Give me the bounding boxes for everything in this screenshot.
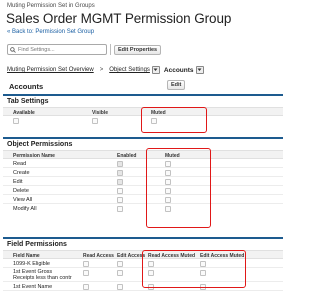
toolbar-divider bbox=[110, 44, 111, 55]
breadcrumb: Muting Permission Set in Groups bbox=[7, 3, 95, 9]
current-object: Accounts bbox=[163, 66, 194, 74]
muting-overview-link[interactable]: Muting Permission Set Overview bbox=[7, 67, 94, 73]
search-box[interactable] bbox=[7, 44, 107, 55]
muted-column-highlight bbox=[141, 107, 207, 133]
nav-separator: > bbox=[99, 67, 104, 73]
permission-name: View All bbox=[13, 196, 33, 203]
edit-access-checkbox bbox=[117, 269, 123, 276]
toolbar: Edit Properties bbox=[7, 43, 162, 56]
enabled-checkbox bbox=[117, 205, 123, 212]
enabled-checkbox bbox=[117, 187, 123, 194]
column-header: Edit Access bbox=[117, 252, 146, 259]
column-header: Field Name bbox=[13, 252, 40, 259]
section-title: Object Permissions bbox=[7, 141, 73, 148]
object-settings-dropdown[interactable] bbox=[151, 66, 160, 74]
page-title: Sales Order MGMT Permission Group bbox=[6, 11, 232, 26]
column-header: Enabled bbox=[117, 152, 137, 159]
back-link[interactable]: « Back to: Permission Set Group bbox=[7, 29, 94, 35]
object-nav: Muting Permission Set Overview > Object … bbox=[7, 66, 204, 74]
panel-title: Accounts bbox=[9, 82, 44, 91]
edit-properties-button[interactable]: Edit Properties bbox=[114, 44, 162, 55]
object-permissions-section: Object Permissions Permission Name Enabl… bbox=[3, 137, 283, 225]
available-checkbox[interactable] bbox=[13, 117, 19, 124]
enabled-checkbox bbox=[117, 178, 123, 185]
column-header: Permission Name bbox=[13, 152, 55, 159]
section-title: Field Permissions bbox=[7, 241, 67, 248]
object-settings-link[interactable]: Object Settings bbox=[109, 67, 150, 73]
current-object-dropdown[interactable] bbox=[195, 66, 204, 74]
read-access-checkbox bbox=[83, 269, 89, 276]
enabled-checkbox bbox=[117, 196, 123, 203]
search-input[interactable] bbox=[18, 46, 106, 53]
table-row: Delete bbox=[3, 186, 283, 195]
panel-header: Accounts Edit bbox=[3, 79, 283, 92]
column-header: Read Access bbox=[83, 252, 114, 259]
muted-column-highlight bbox=[142, 250, 246, 288]
table-row: Read bbox=[3, 159, 283, 168]
muted-column-highlight bbox=[146, 148, 211, 228]
search-icon bbox=[10, 46, 16, 53]
field-name: 1st Event Name bbox=[13, 283, 53, 290]
visible-checkbox[interactable] bbox=[92, 117, 98, 124]
column-header: Visible bbox=[92, 109, 109, 116]
permission-name: Edit bbox=[13, 178, 23, 185]
edit-access-checkbox bbox=[117, 260, 123, 267]
enabled-checkbox bbox=[117, 160, 123, 167]
table-row: Create bbox=[3, 168, 283, 177]
edit-access-checkbox bbox=[117, 283, 123, 290]
permission-name: Delete bbox=[13, 187, 29, 194]
read-access-checkbox bbox=[83, 283, 89, 290]
section-title: Tab Settings bbox=[7, 98, 49, 105]
table-row: Edit bbox=[3, 177, 283, 186]
permission-name: Create bbox=[13, 169, 30, 176]
field-name: 1099-K Eligible bbox=[13, 260, 50, 267]
permission-name: Read bbox=[13, 160, 27, 167]
edit-button[interactable]: Edit bbox=[167, 80, 186, 90]
column-header: Available bbox=[13, 109, 35, 116]
chevron-down-icon bbox=[153, 68, 158, 71]
table-row: View All bbox=[3, 195, 283, 204]
enabled-checkbox bbox=[117, 169, 123, 176]
field-name: 1st Event Gross Receipts less than contr bbox=[13, 269, 72, 281]
chevron-down-icon bbox=[197, 68, 202, 71]
read-access-checkbox bbox=[83, 260, 89, 267]
table-row: Modify All bbox=[3, 204, 283, 213]
permission-name: Modify All bbox=[13, 205, 37, 212]
